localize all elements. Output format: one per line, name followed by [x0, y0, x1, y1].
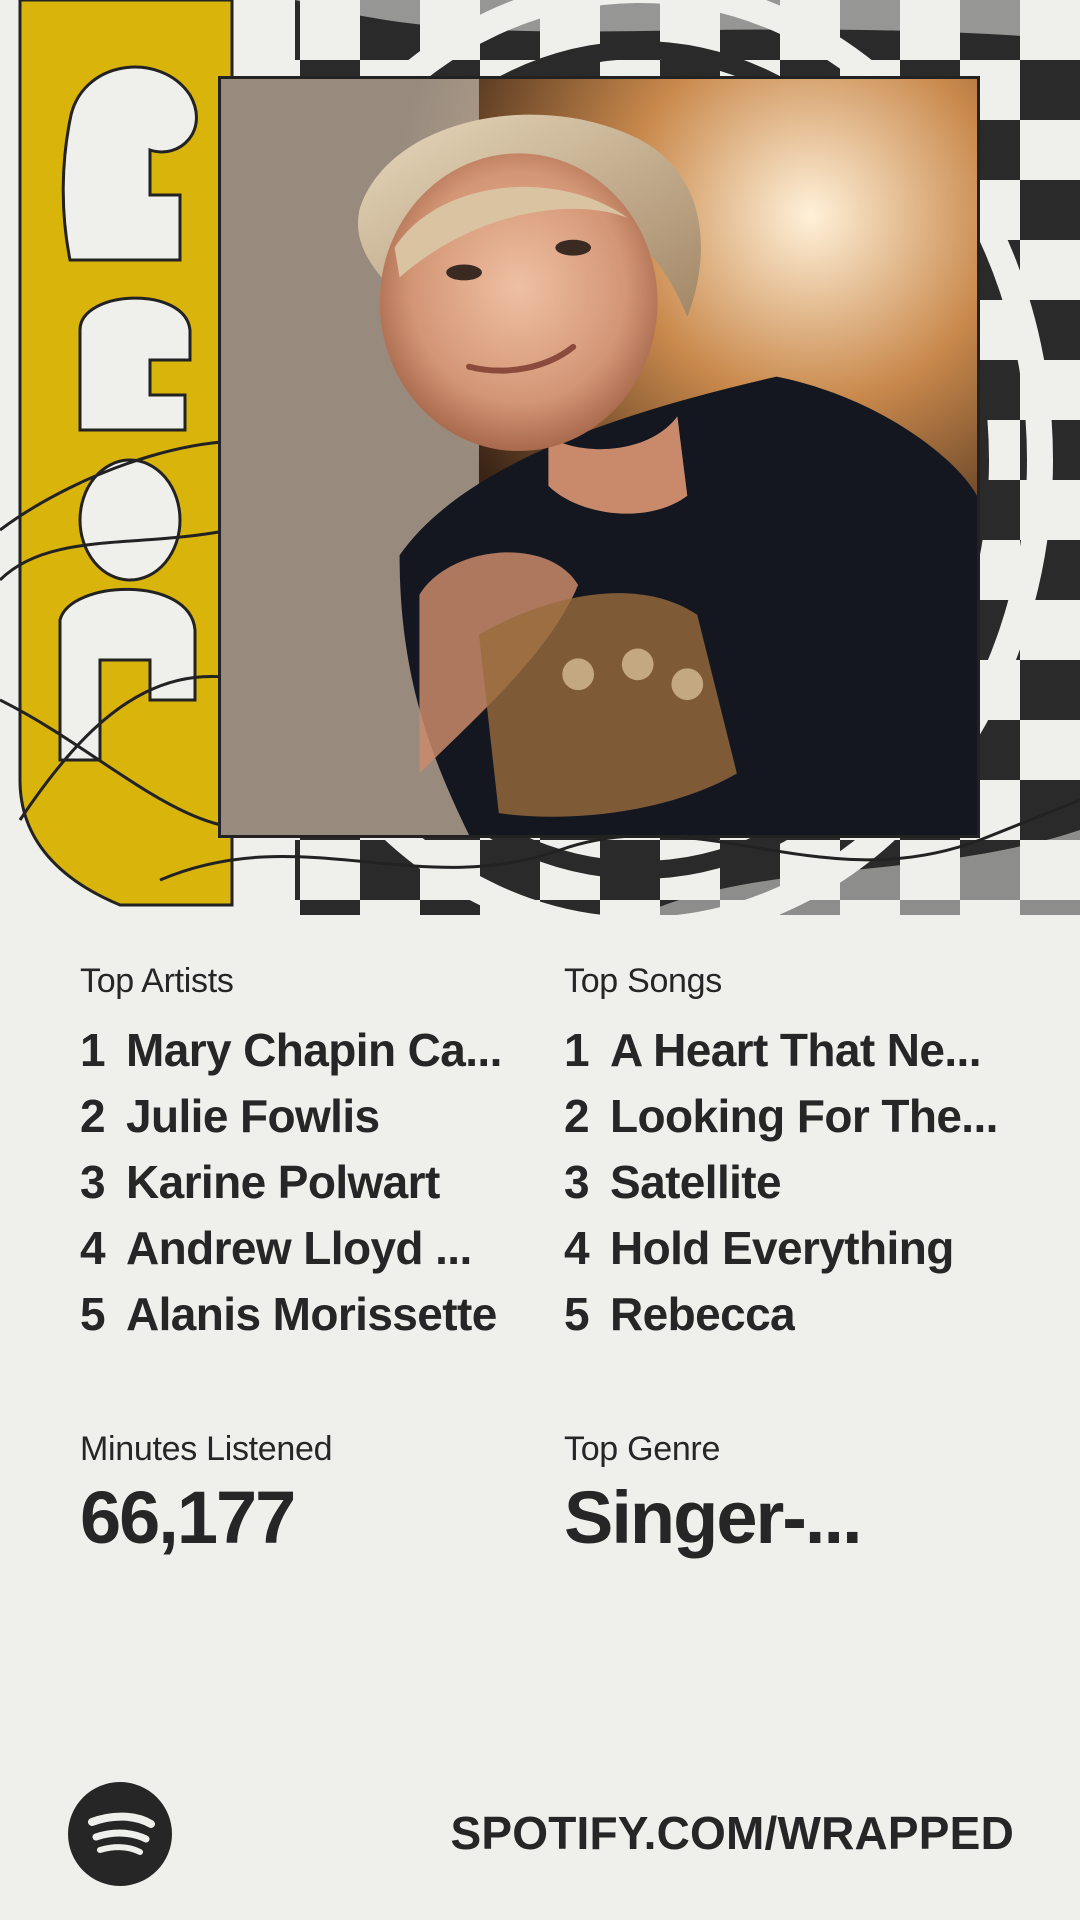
artist-name: Karine Polwart — [126, 1156, 440, 1208]
song-row: 3 Satellite — [564, 1155, 1024, 1221]
song-rank: 1 — [564, 1024, 590, 1076]
minutes-value: 66,177 — [80, 1476, 296, 1559]
artist-row: 2 Julie Fowlis — [80, 1089, 540, 1155]
song-rank: 2 — [564, 1090, 590, 1142]
artist-rank: 5 — [80, 1288, 106, 1340]
song-row: 2 Looking For The... — [564, 1089, 1024, 1155]
genre-value: Singer-... — [564, 1476, 863, 1559]
song-row: 1 A Heart That Ne... — [564, 1023, 1024, 1089]
artist-rank: 2 — [80, 1090, 106, 1142]
song-name: Looking For The... — [610, 1090, 998, 1142]
top-artists-section: Top Artists 1 Mary Chapin Ca... 2 Julie … — [80, 962, 540, 1353]
song-name: A Heart That Ne... — [610, 1024, 981, 1076]
spotify-logo-icon — [68, 1782, 172, 1886]
artist-photo — [218, 76, 980, 838]
artist-row: 4 Andrew Lloyd ... — [80, 1221, 540, 1287]
artist-name: Mary Chapin Ca... — [126, 1024, 502, 1076]
song-row: 5 Rebecca — [564, 1287, 1024, 1353]
genre-label: Top Genre — [564, 1430, 721, 1468]
artist-row: 5 Alanis Morissette — [80, 1287, 540, 1353]
song-rank: 5 — [564, 1288, 590, 1340]
song-row: 4 Hold Everything — [564, 1221, 1024, 1287]
hero-artwork — [0, 0, 1080, 943]
top-songs-list: 1 A Heart That Ne... 2 Looking For The..… — [564, 1023, 1024, 1353]
top-songs-section: Top Songs 1 A Heart That Ne... 2 Looking… — [564, 962, 1024, 1353]
minutes-section: Minutes Listened 66,177 — [80, 1430, 540, 1560]
song-name: Satellite — [610, 1156, 782, 1208]
minutes-label: Minutes Listened — [80, 1430, 333, 1468]
artist-name: Andrew Lloyd ... — [126, 1222, 472, 1274]
song-name: Hold Everything — [610, 1222, 954, 1274]
top-songs-label: Top Songs — [564, 962, 722, 1000]
song-name: Rebecca — [610, 1288, 796, 1340]
artist-rank: 1 — [80, 1024, 106, 1076]
genre-section: Top Genre Singer-... — [564, 1430, 1024, 1560]
artist-name: Alanis Morissette — [126, 1288, 497, 1340]
artist-name: Julie Fowlis — [126, 1090, 380, 1142]
top-artists-list: 1 Mary Chapin Ca... 2 Julie Fowlis 3 Kar… — [80, 1023, 540, 1353]
artist-row: 1 Mary Chapin Ca... — [80, 1023, 540, 1089]
artist-rank: 3 — [80, 1156, 106, 1208]
wrapped-url[interactable]: SPOTIFY.COM/WRAPPED — [450, 1806, 1014, 1860]
song-rank: 4 — [564, 1222, 590, 1274]
artist-row: 3 Karine Polwart — [80, 1155, 540, 1221]
top-artists-label: Top Artists — [80, 962, 234, 1000]
song-rank: 3 — [564, 1156, 590, 1208]
artist-rank: 4 — [80, 1222, 106, 1274]
